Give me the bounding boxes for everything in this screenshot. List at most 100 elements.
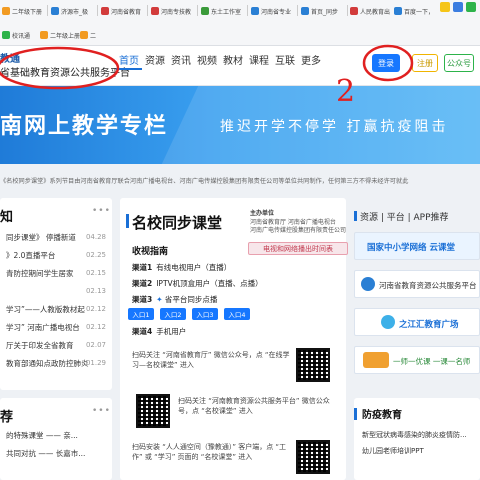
news-date: 02.15: [85, 269, 106, 277]
browser-toolbar-icons: [440, 2, 476, 12]
qr-instruction: 扫码安装 “人人通空间（豫教通）” 客户端，点 “工作” 或 “学习” 页面的 …: [132, 443, 287, 461]
list-item[interactable]: 新型冠状病毒感染的肺炎疫情防...: [362, 430, 478, 446]
news-date: 04.28: [85, 233, 106, 241]
title-accent-bar: [354, 408, 357, 420]
viewing-guide-title: 收视指南: [132, 247, 169, 257]
divider: [197, 5, 198, 16]
resources-heading: 资源 | 平台 | APP推荐: [360, 213, 449, 223]
bookmark-item[interactable]: 百度一下，: [394, 4, 434, 18]
nav-resources[interactable]: 资源: [142, 54, 168, 70]
recommend-card-title: 荐: [0, 410, 14, 425]
bookmark-item[interactable]: 首页_同步: [301, 4, 338, 18]
bookmark-item[interactable]: 东土工作室: [201, 4, 241, 18]
recommend-card: 荐 ••• 的特殊课堂 —— 亲... 共同对抗 —— 长嘉市...: [0, 398, 112, 480]
resource-link-national-cloud[interactable]: 国家中小学网络 云课堂: [354, 232, 480, 260]
divider: [47, 5, 48, 16]
list-item[interactable]: 共同对抗 —— 长嘉市...: [6, 448, 112, 464]
more-icon[interactable]: •••: [92, 206, 111, 216]
news-date: 01.29: [85, 359, 106, 367]
sync-class-card: 名校同步课堂 主办单位 河南省教育厅 河南省广播电视台 河南广电传媒控股集团有限…: [120, 198, 348, 480]
host-label: 主办单位: [250, 210, 275, 217]
site-icon: [2, 31, 10, 39]
divider: [97, 5, 98, 16]
copyright-notice: 《名校同步课堂》系列节目由河南省教育厅联合河南广播电视台、河南广电传媒控股集团有…: [0, 178, 409, 185]
banner-slogan: 推迟开学不停学 打赢抗疫阻击: [220, 119, 449, 135]
sync-class-title: 名校同步课堂: [132, 214, 223, 232]
folder-icon: [40, 31, 48, 39]
login-button[interactable]: 登录: [372, 54, 400, 72]
entry-button-1[interactable]: 入口1: [128, 308, 154, 320]
news-date: 02.12: [85, 305, 106, 313]
site-header: 教通 省基础教育资源公共服务平台 首页 资源 资讯 视频 教材 课程 互联 更多…: [0, 46, 480, 86]
list-item[interactable]: 幼儿园老师培训PPT: [362, 446, 478, 462]
news-date: 02.25: [85, 251, 106, 259]
site-icon: [101, 7, 109, 15]
channel-row: 渠道1 有线电视用户（直播）: [132, 263, 232, 272]
qr-instruction: 扫码关注 “河南教育资源公共服务平台” 微信公众号，点 “名校课堂” 进入: [178, 397, 330, 415]
divider: [147, 5, 148, 16]
schedule-button[interactable]: 电视和网络播出时间表: [248, 242, 348, 255]
bookmark-item[interactable]: 河南省专业: [251, 4, 291, 18]
bookmarks-bar: 二年级下册 济源市_极 河南省教育 河南专技教 东土工作室 河南省专业 首页_同…: [0, 0, 480, 46]
register-button[interactable]: 注册: [412, 54, 438, 72]
nav-courses[interactable]: 课程: [246, 54, 272, 70]
list-item[interactable]: 的特殊课堂 —— 亲...: [6, 430, 112, 446]
main-nav: 首页 资源 资讯 视频 教材 课程 互联 更多: [116, 54, 324, 70]
more-icon[interactable]: •••: [92, 406, 111, 416]
logo-subtitle[interactable]: 省基础教育资源公共服务平台: [0, 64, 130, 79]
site-icon: [301, 7, 309, 15]
epidemic-card: 防疫教育 新型冠状病毒感染的肺炎疫情防... 幼儿园老师培训PPT: [354, 398, 480, 480]
bookmark-item[interactable]: 二: [80, 28, 96, 42]
news-date: 02.12: [85, 323, 106, 331]
entry-button-2[interactable]: 入口2: [160, 308, 186, 320]
bookmark-item[interactable]: 校讯通: [2, 28, 30, 42]
resource-link-one-teacher[interactable]: 一师一优课 一课一名师: [354, 346, 480, 374]
bookmark-item[interactable]: 河南专技教: [151, 4, 191, 18]
channel-row: 渠道3 ✦ 省平台同步点播: [132, 295, 218, 304]
host-line: 河南广电传媒控股集团有限责任公司: [250, 227, 347, 234]
wechat-account-button[interactable]: 公众号: [444, 54, 474, 72]
title-accent-bar: [126, 214, 129, 228]
hero-banner: 南网上教学专栏 推迟开学不停学 打赢抗疫阻击: [0, 86, 480, 164]
resource-link-zhijianghui[interactable]: 之江汇教育广场: [354, 308, 480, 336]
bookmark-item[interactable]: 济源市_极: [51, 4, 88, 18]
channel-row: 渠道2 IPTV机顶盒用户（直播、点播）: [132, 279, 263, 288]
nav-news[interactable]: 资讯: [168, 54, 194, 70]
qr-code: [296, 348, 330, 382]
news-card-title: 知: [0, 210, 14, 225]
news-date: 02.13: [85, 287, 106, 295]
star-icon[interactable]: [440, 2, 450, 12]
qr-instruction: 扫码关注 “河南省教育厅” 微信公众号，点 “在线学习—名校课堂” 进入: [132, 351, 290, 369]
site-icon: [51, 7, 59, 15]
platform-icon: ✦: [156, 295, 165, 304]
site-icon: [251, 7, 259, 15]
entry-button-4[interactable]: 入口4: [224, 308, 250, 320]
site-icon: [350, 7, 358, 15]
banner-title: 南网上教学专栏: [0, 114, 169, 139]
bookmark-item[interactable]: 人民教育出: [350, 4, 390, 18]
entry-button-3[interactable]: 入口3: [192, 308, 218, 320]
nav-home[interactable]: 首页: [116, 54, 142, 70]
nav-interconnect[interactable]: 互联: [272, 54, 298, 70]
resource-link-henan-platform[interactable]: 河南省教育资源公共服务平台: [354, 270, 480, 298]
nav-videos[interactable]: 视频: [194, 54, 220, 70]
nav-more[interactable]: 更多: [298, 54, 324, 70]
logo-title[interactable]: 教通: [0, 50, 20, 65]
qr-code: [136, 394, 170, 428]
news-date: 02.07: [85, 341, 106, 349]
divider: [297, 5, 298, 16]
news-card: 知 ••• 同步课堂》 停播新道 04.28 》2.0直播平台 02.25 青防…: [0, 198, 112, 390]
bookmark-item[interactable]: 二年级下册: [2, 4, 42, 18]
bookmark-item[interactable]: 河南省教育: [101, 4, 141, 18]
epidemic-card-title: 防疫教育: [362, 410, 402, 421]
extension-icon[interactable]: [466, 2, 476, 12]
nav-textbooks[interactable]: 教材: [220, 54, 246, 70]
logo-icon: [361, 277, 375, 291]
site-icon: [201, 7, 209, 15]
folder-icon: [2, 7, 10, 15]
title-accent-bar: [354, 211, 357, 221]
qr-code: [296, 440, 330, 474]
bookmark-item[interactable]: 二年级上册: [40, 28, 80, 42]
extension-icon[interactable]: [453, 2, 463, 12]
paw-icon: [394, 7, 402, 15]
